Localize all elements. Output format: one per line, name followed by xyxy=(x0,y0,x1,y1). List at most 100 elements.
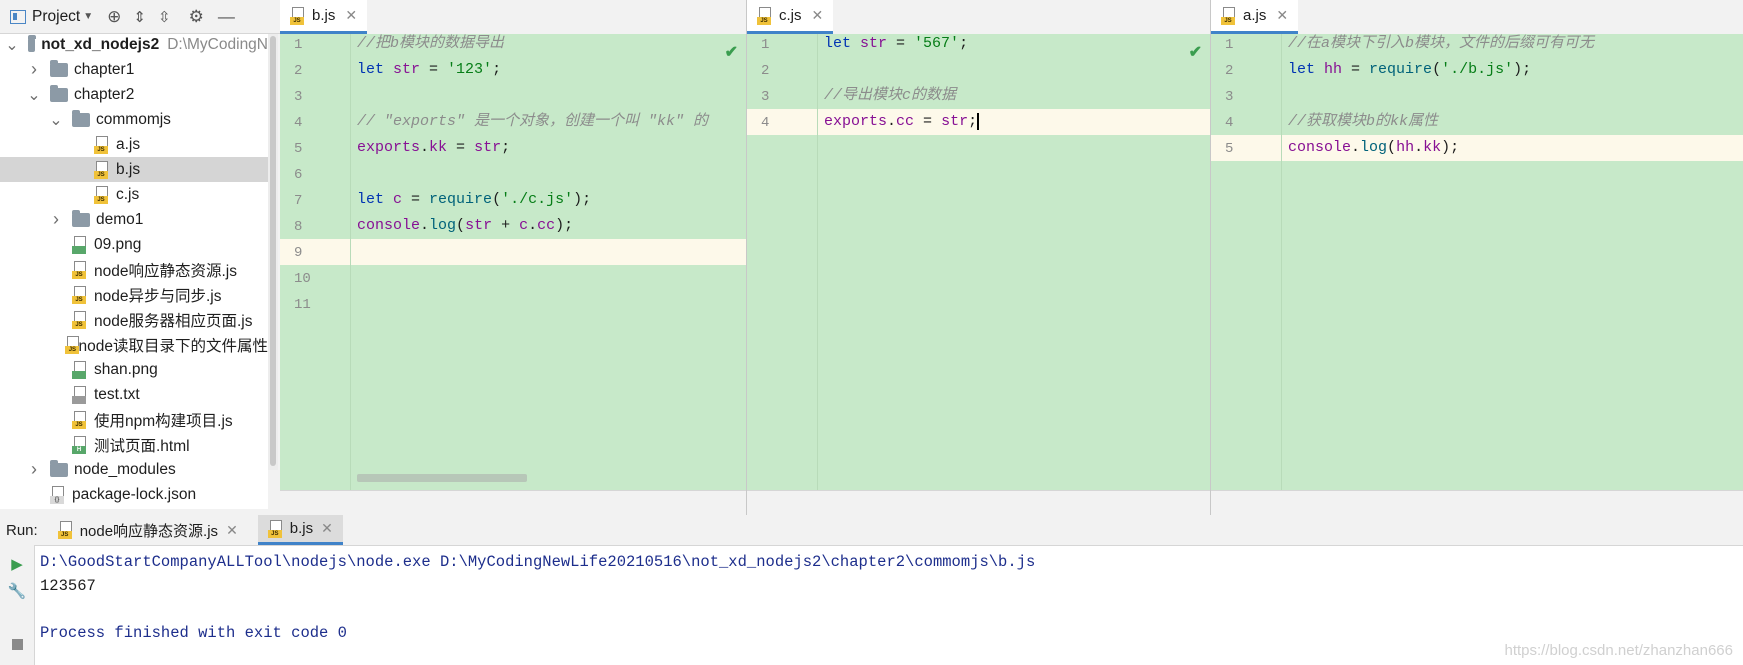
tree-item[interactable]: shan.png xyxy=(0,357,268,382)
horizontal-scrollbar[interactable] xyxy=(357,474,527,482)
run-tab-label: node响应静态资源.js xyxy=(79,522,219,540)
tree-item[interactable]: ⌄ commomjs xyxy=(0,107,268,132)
tree-item[interactable]: JS b.js xyxy=(0,157,268,182)
close-icon[interactable]: ✕ xyxy=(321,520,333,537)
line-number: 9 xyxy=(294,245,303,261)
chevron-right-icon[interactable]: › xyxy=(28,459,40,479)
tree-item[interactable]: JS node读取目录下的文件属性 xyxy=(0,332,268,357)
line-number: 4 xyxy=(294,115,303,131)
run-tab[interactable]: JS node响应静态资源.js ✕ xyxy=(48,515,248,545)
project-tree[interactable]: ⌄ not_xd_nodejs2 D:\MyCodingN › chapter1 ⌄ cha… xyxy=(0,34,268,509)
js-file-icon: JS xyxy=(94,135,110,154)
tree-item[interactable]: ⌄ chapter2 xyxy=(0,82,268,107)
tree-item[interactable]: › chapter1 xyxy=(0,57,268,82)
code-area[interactable]: //把b模块的数据导出 let str = '123'; // "exports" … xyxy=(350,34,746,490)
code-line: exports.kk = str; xyxy=(357,135,510,161)
tree-item[interactable]: › node_modules xyxy=(0,457,268,482)
collapse-all-icon[interactable]: ⇳ xyxy=(158,8,171,26)
code-token: require xyxy=(429,191,493,208)
code-token: console xyxy=(357,217,421,234)
text-caret xyxy=(977,112,980,130)
code-area[interactable]: //在a模块下引入b模块，文件的后缀可有可无 let hh = require('… xyxy=(1281,34,1743,490)
run-toolbar: ▶ 🔧 xyxy=(0,545,35,665)
code-token: hh xyxy=(1396,139,1415,156)
chevron-right-icon[interactable]: › xyxy=(28,59,40,79)
editor-tab[interactable]: JS a.js ✕ xyxy=(1211,0,1299,34)
tree-item[interactable]: JS node异步与同步.js xyxy=(0,282,268,307)
js-file-icon: JS xyxy=(1221,6,1237,25)
expand-all-icon[interactable]: ⇕ xyxy=(133,8,146,26)
editor-tabbar: JS b.js ✕ xyxy=(280,0,746,35)
chevron-down-icon[interactable]: ▼ xyxy=(83,11,93,22)
code-token: ( xyxy=(492,191,502,208)
tree-item[interactable]: JS c.js xyxy=(0,182,268,207)
editor-tab[interactable]: JS b.js ✕ xyxy=(280,0,368,34)
code-token: let xyxy=(824,35,861,52)
gear-icon[interactable]: ⚙ xyxy=(189,7,204,27)
wrench-icon[interactable]: 🔧 xyxy=(8,582,27,600)
line-number: 8 xyxy=(294,219,303,235)
chevron-down-icon[interactable]: ⌄ xyxy=(27,87,40,104)
line-number: 3 xyxy=(294,89,303,105)
tree-item-label: 09.png xyxy=(94,235,142,253)
rerun-icon[interactable]: ▶ xyxy=(8,555,26,573)
tree-item[interactable]: {} package-lock.json xyxy=(0,482,268,507)
chevron-right-icon[interactable]: › xyxy=(50,209,62,229)
editor-tab[interactable]: JS c.js ✕ xyxy=(747,0,834,34)
close-icon[interactable]: ✕ xyxy=(226,522,238,539)
editor-pane-b-js: JS b.js ✕ 1 2 3 4 5 6 7 8 9 10 11 //把b模块的数据导出 let str =… xyxy=(280,0,746,515)
code-line: //把b模块的数据导出 xyxy=(357,31,504,57)
tree-item[interactable]: ›External Libraries xyxy=(0,507,268,509)
code-token: + xyxy=(492,217,520,234)
tree-item[interactable]: JS a.js xyxy=(0,132,268,157)
close-icon[interactable]: ✕ xyxy=(812,7,824,24)
code-token: c xyxy=(519,217,529,234)
run-tab[interactable]: JS b.js ✕ xyxy=(257,515,343,545)
tree-item[interactable]: JS 使用npm构建项目.js xyxy=(0,407,268,432)
chevron-down-icon[interactable]: ⌄ xyxy=(5,37,18,54)
locate-icon[interactable]: ⊕ xyxy=(107,7,121,27)
tree-item[interactable]: H 测试页面.html xyxy=(0,432,268,457)
line-gutter: 1 2 3 4 5 xyxy=(1211,34,1281,490)
tree-item[interactable]: ⌄ not_xd_nodejs2 D:\MyCodingN xyxy=(0,34,268,57)
editor-pane-a-js: JS a.js ✕ 1 2 3 4 5 //在a模块下引入b模块，文件的后缀可有可无 let hh… xyxy=(1211,0,1743,515)
code-token: . xyxy=(1351,139,1361,156)
tree-item-label: chapter2 xyxy=(74,85,135,103)
code-token: exports xyxy=(824,113,888,130)
tree-item[interactable]: JS node服务器相应页面.js xyxy=(0,307,268,332)
tree-item-label: demo1 xyxy=(96,210,144,228)
code-token: require xyxy=(1369,61,1433,78)
line-number: 2 xyxy=(1225,63,1234,79)
close-icon[interactable]: ✕ xyxy=(345,7,357,24)
code-area[interactable]: let str = '567'; //导出模块c的数据 exports.cc = s… xyxy=(817,34,1210,490)
close-icon[interactable]: ✕ xyxy=(1276,7,1288,24)
project-view-icon[interactable] xyxy=(10,9,26,24)
check-icon: ✔ xyxy=(1188,44,1202,61)
code-token: log xyxy=(429,217,457,234)
tree-item[interactable]: › demo1 xyxy=(0,207,268,232)
tree-item[interactable]: 09.png xyxy=(0,232,268,257)
project-view-selector[interactable]: Project xyxy=(32,8,80,26)
tree-item[interactable]: JS node响应静态资源.js xyxy=(0,257,268,282)
stop-icon[interactable] xyxy=(8,635,26,653)
line-number: 3 xyxy=(1225,89,1234,105)
minimize-icon[interactable]: — xyxy=(218,7,235,27)
project-scrollbar[interactable] xyxy=(268,34,278,470)
code-line: let c = require('./c.js'); xyxy=(357,187,591,213)
chevron-down-icon[interactable]: ⌄ xyxy=(49,112,62,129)
code-token: cc xyxy=(896,113,915,130)
code-token: str xyxy=(860,35,888,52)
tree-item-label: 使用npm构建项目.js xyxy=(94,412,233,430)
tree-item-label: node读取目录下的文件属性 xyxy=(78,337,268,355)
js-file-icon: JS xyxy=(757,6,773,25)
tree-item[interactable]: test.txt xyxy=(0,382,268,407)
current-line-highlight xyxy=(351,239,746,265)
console-line: D:\GoodStartCompanyALLTool\nodejs\node.e… xyxy=(40,553,1036,571)
pane-footer xyxy=(280,490,746,515)
code-token: = xyxy=(420,61,448,78)
tree-item-path: D:\MyCodingN xyxy=(167,35,268,53)
json-file-icon: {} xyxy=(50,485,66,504)
